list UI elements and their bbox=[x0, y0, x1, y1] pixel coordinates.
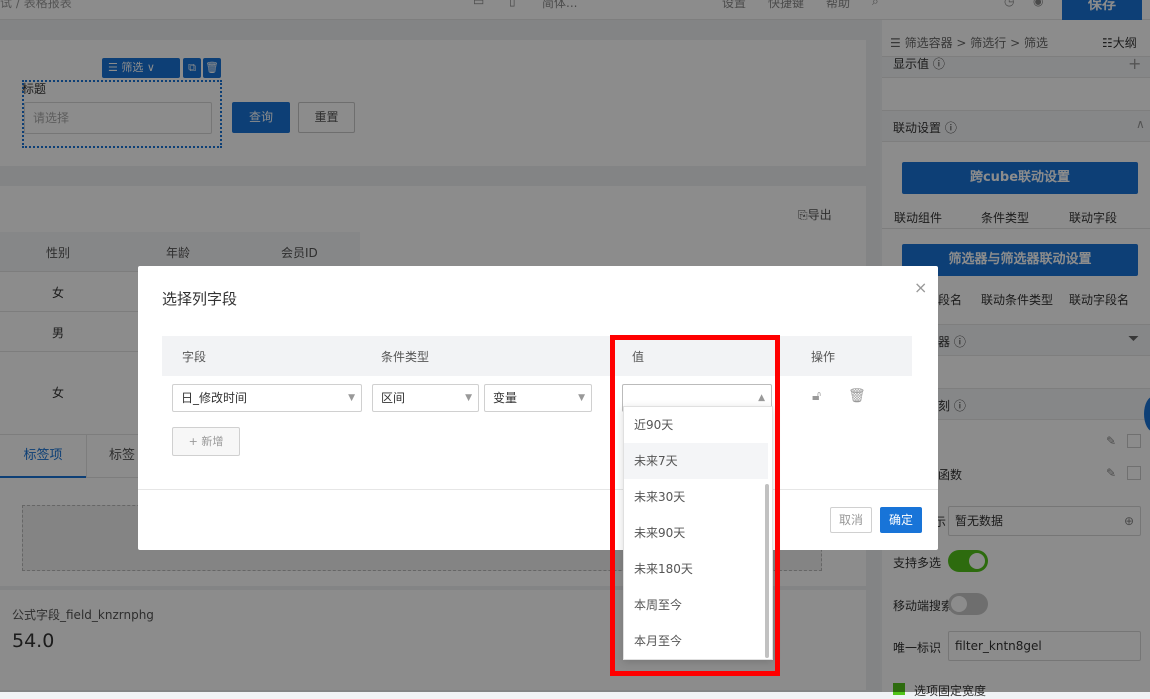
confirm-button[interactable]: 确定 bbox=[880, 507, 922, 533]
variable-select[interactable]: 变量 ▼ bbox=[484, 384, 592, 412]
dialog-table-header bbox=[162, 336, 912, 376]
unlock-icon[interactable]: 🔓︎ bbox=[812, 388, 821, 404]
variable-select-value: 变量 bbox=[493, 391, 518, 405]
header-action: 操作 bbox=[811, 350, 836, 364]
caret-down-icon: ▼ bbox=[348, 393, 355, 403]
field-select-value: 日_修改时间 bbox=[181, 391, 248, 405]
header-field: 字段 bbox=[182, 350, 207, 364]
highlight-annotation-box bbox=[610, 335, 780, 676]
caret-down-icon: ▼ bbox=[465, 393, 472, 403]
close-icon[interactable]: × bbox=[914, 278, 927, 297]
caret-down-icon: ▼ bbox=[578, 393, 585, 403]
condition-type-value: 区间 bbox=[381, 391, 406, 405]
dialog-footer-divider bbox=[138, 489, 938, 490]
header-condition-type: 条件类型 bbox=[381, 350, 430, 364]
dialog-title: 选择列字段 bbox=[162, 290, 238, 308]
condition-type-select[interactable]: 区间 ▼ bbox=[372, 384, 479, 412]
cancel-button[interactable]: 取消 bbox=[830, 507, 872, 533]
field-select[interactable]: 日_修改时间 ▼ bbox=[172, 384, 362, 412]
add-row-button[interactable]: + 新增 bbox=[172, 427, 240, 456]
trash-icon[interactable]: 🗑︎ bbox=[848, 388, 866, 404]
